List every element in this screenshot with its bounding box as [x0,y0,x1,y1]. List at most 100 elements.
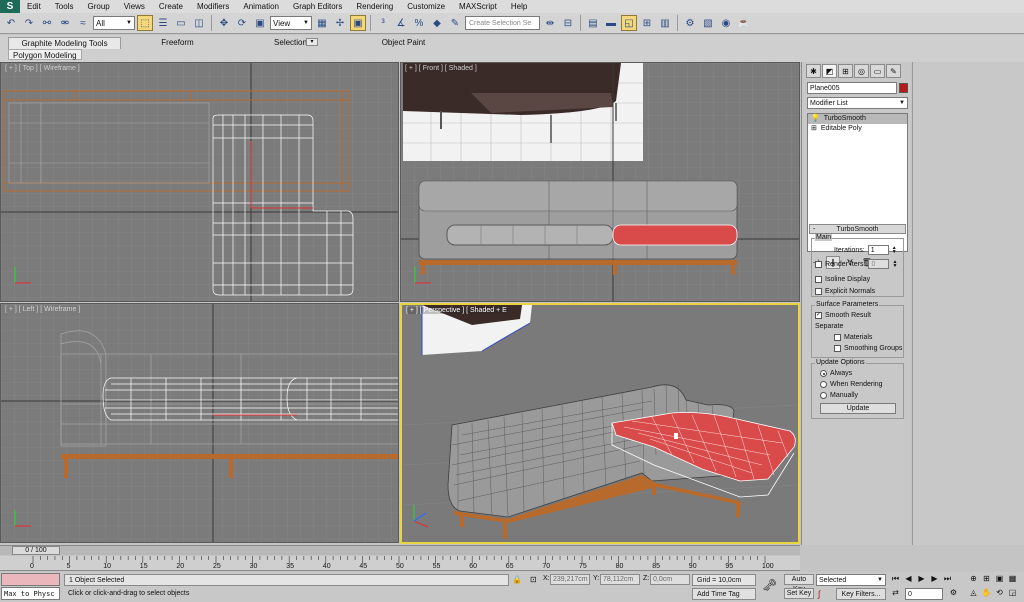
undo-icon[interactable]: ↶ [3,15,19,31]
object-color-swatch[interactable] [899,83,908,93]
application-logo-icon[interactable]: S [0,0,20,13]
mirror-icon[interactable]: ⇹ [542,15,558,31]
layer-manager-icon[interactable]: ▤ [585,15,601,31]
viewport-perspective[interactable]: [ + ] [ Perspective ] [ Shaded + E [400,303,800,544]
set-key-curve-icon[interactable]: ∫ [818,589,820,599]
go-to-end-icon[interactable]: ⏭ [942,574,953,585]
render-production-icon[interactable]: ◉ [718,15,734,31]
zoom-icon[interactable]: ⊕ [968,574,979,585]
menu-views[interactable]: Views [117,0,152,13]
curve-editor-icon[interactable]: ◱ [621,15,637,31]
select-move-icon[interactable]: ✥ [216,15,232,31]
tab-freeform[interactable]: Freeform [121,37,234,49]
orbit-icon[interactable]: ⟲ [994,588,1005,599]
lightbulb-icon[interactable]: 💡 [811,114,820,124]
smoothing-groups-checkbox[interactable] [834,345,841,352]
render-iters-spinner-arrows[interactable]: ▲ ▼ [892,260,897,269]
render-iters-spinner[interactable]: 0 [868,259,890,269]
viewport-left[interactable]: [ + ] [ Left ] [ Wireframe ] [0,303,399,543]
key-filters-button[interactable]: Key Filters... [836,588,886,600]
manually-radio[interactable] [820,392,827,399]
reference-coordinate-dropdown[interactable]: View ▼ [270,16,312,30]
unlink-icon[interactable]: ⚮ [57,15,73,31]
key-mode-dropdown[interactable]: Selected ▼ [816,574,886,586]
hierarchy-tab-icon[interactable]: ⊞ [838,64,853,78]
viewport-top-label[interactable]: [ + ] [ Top ] [ Wireframe ] [5,65,80,72]
isoline-display-checkbox[interactable] [815,276,822,283]
snaps-toggle-icon[interactable]: ³ [375,15,391,31]
menu-create[interactable]: Create [152,0,190,13]
align-icon[interactable]: ⊟ [560,15,576,31]
menu-customize[interactable]: Customize [400,0,452,13]
iterations-spinner-arrows[interactable]: ▲ ▼ [892,246,897,255]
current-frame-field[interactable]: 0 [905,588,943,600]
viewport-front-label[interactable]: [ + ] [ Front ] [ Shaded ] [405,65,477,72]
previous-frame-icon[interactable]: ◀ [903,574,914,585]
select-scale-icon[interactable]: ▣ [252,15,268,31]
timeline-ruler[interactable]: 0 5 10 15 20 25 30 35 40 45 50 55 60 65 70 75 80 85 90 95 10… [0,556,800,571]
percent-snap-icon[interactable]: % [411,15,427,31]
add-time-tag-button[interactable]: Add Time Tag [692,588,756,600]
menu-maxscript[interactable]: MAXScript [452,0,504,13]
always-radio[interactable] [820,370,827,377]
menu-graph-editors[interactable]: Graph Editors [286,0,349,13]
set-key-button[interactable]: Set Key [784,588,814,599]
keyboard-shortcut-override-icon[interactable]: ▣ [350,15,366,31]
maxscript-listener-output[interactable] [1,573,60,586]
edit-named-selection-icon[interactable]: ✎ [447,15,463,31]
viewport-front[interactable]: [ + ] [ Front ] [ Shaded ] [400,62,800,302]
object-name-field[interactable]: Plane005 [807,82,897,94]
rectangular-selection-icon[interactable]: ▭ [173,15,189,31]
update-button[interactable]: Update [820,403,896,414]
create-tab-icon[interactable]: ✱ [806,64,821,78]
material-editor-icon[interactable]: ▥ [657,15,673,31]
angle-snap-icon[interactable]: ∡ [393,15,409,31]
tab-object-paint[interactable]: Object Paint [347,37,460,49]
stack-item-turbosmooth[interactable]: 💡 TurboSmooth [808,114,907,124]
pivot-center-icon[interactable]: ▦ [314,15,330,31]
menu-group[interactable]: Group [80,0,116,13]
modifier-list-dropdown[interactable]: Modifier List ▼ [807,97,908,109]
y-coordinate-field[interactable]: 78,112cm [600,574,640,585]
viewport-left-label[interactable]: [ + ] [ Left ] [ Wireframe ] [5,306,80,313]
when-rendering-radio[interactable] [820,381,827,388]
selection-filter-dropdown[interactable]: All ▼ [93,16,135,30]
time-slider[interactable]: 0 / 100 [0,545,800,555]
pan-icon[interactable]: ✋ [981,588,992,599]
smooth-result-checkbox[interactable]: ✓ [815,312,822,319]
named-selection-set-input[interactable]: Create Selection Se [465,16,540,30]
display-tab-icon[interactable]: ▭ [870,64,885,78]
selection-lock-icon[interactable]: 🔒 [512,575,522,584]
render-setup-icon[interactable]: ⚙ [682,15,698,31]
turbosmooth-rollout-header[interactable]: - TurboSmooth [809,224,906,234]
field-of-view-icon[interactable]: ◬ [968,588,979,599]
explicit-normals-checkbox[interactable] [815,288,822,295]
motion-tab-icon[interactable]: ◎ [854,64,869,78]
absolute-mode-icon[interactable]: ⊡ [530,575,537,584]
select-object-icon[interactable]: ⬚ [137,15,153,31]
ribbon-panel-polygon-modeling[interactable]: Polygon Modeling [8,49,82,60]
auto-key-button[interactable]: Auto Key [784,574,814,593]
window-crossing-icon[interactable]: ◫ [191,15,207,31]
viewport-top[interactable]: [ + ] [ Top ] [ Wireframe ] [0,62,399,302]
menu-rendering[interactable]: Rendering [349,0,400,13]
select-rotate-icon[interactable]: ⟳ [234,15,250,31]
render-iters-checkbox[interactable] [815,260,822,268]
render-teapot-icon[interactable]: ☕ [736,15,752,31]
redo-icon[interactable]: ↷ [21,15,37,31]
schematic-view-icon[interactable]: ⊞ [639,15,655,31]
zoom-all-icon[interactable]: ⊞ [981,574,992,585]
key-icon[interactable]: 🗝 [762,578,777,592]
play-icon[interactable]: ▶ [916,574,927,585]
expand-plus-icon[interactable]: ⊞ [811,124,817,134]
link-icon[interactable]: ⚯ [39,15,55,31]
zoom-extents-icon[interactable]: ▣ [994,574,1005,585]
zoom-extents-all-icon[interactable]: ▦ [1007,574,1018,585]
graphite-ribbon-toggle-icon[interactable]: ▬ [603,15,619,31]
utilities-tab-icon[interactable]: ✎ [886,64,901,78]
spinner-snap-icon[interactable]: ◆ [429,15,445,31]
iterations-spinner[interactable]: 1 [867,245,889,255]
menu-help[interactable]: Help [504,0,534,13]
x-coordinate-field[interactable]: 239,217cm [550,574,590,585]
key-mode-toggle-icon[interactable]: ⇄ [890,588,901,599]
